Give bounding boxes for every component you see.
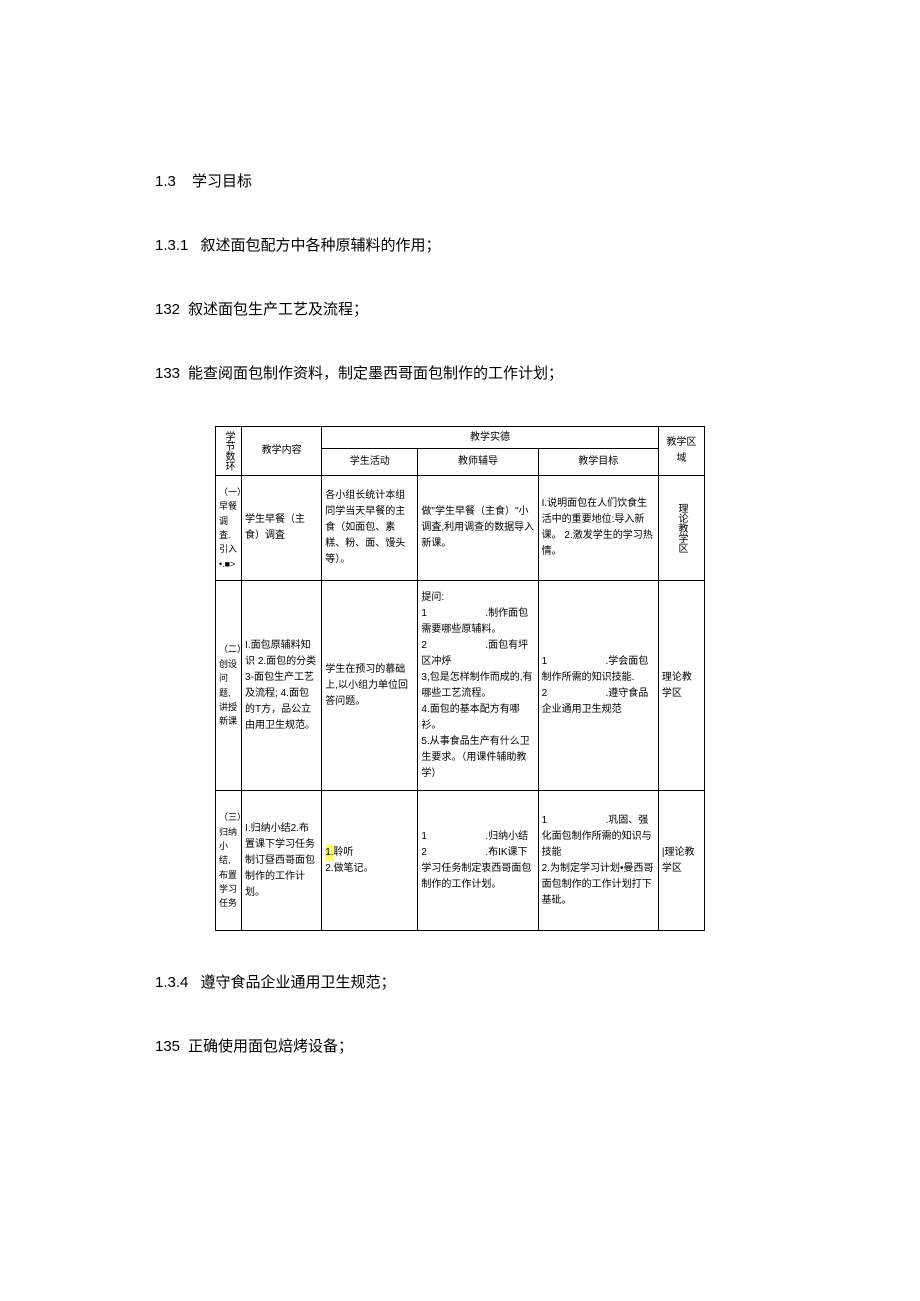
col-header-env: 学节数环: [216, 427, 242, 476]
cell-area: 理论教学区: [658, 581, 704, 791]
teaching-plan-table: 学节数环 教学内容 教学实德 教学区域 学生活动 教师辅导 教学目标 （一）早餐…: [215, 426, 705, 931]
objective-text: 能查阅面包制作资料，制定墨西哥面包制作的工作计划；: [188, 365, 563, 382]
objective-text: 正确使用面包焙烤设备；: [188, 1038, 353, 1055]
cell-content: I.归纳小结2.布置课下学习任务制订昼西哥面包制作的工作计划。: [242, 791, 322, 931]
col-header-student: 学生活动: [322, 449, 418, 476]
objective-item: 135 正确使用面包焙烤设备；: [155, 1035, 765, 1059]
col-header-area: 教学区域: [658, 427, 704, 476]
cell-area: 理论教学区: [658, 476, 704, 581]
cell-area: |理论教学区: [658, 791, 704, 931]
cell-teacher: 1 .归纳小结 2 .布IK课下学习任务制定衷西哥面包制作的工作计划。: [418, 791, 538, 931]
cell-goal: I.说明面包在人们饮食生活中的重要地位:导入新课。 2.激发学生的学习热情。: [538, 476, 658, 581]
cell-student: 学生在预习的慕础上,以小组力单位回答问题。: [322, 581, 418, 791]
objective-item: 1.3.1 叙述面包配方中各种原辅料的作用；: [155, 234, 765, 258]
col-header-goal: 教学目标: [538, 449, 658, 476]
col-header-group: 教学实德: [322, 427, 659, 449]
col-header-teacher: 教师辅导: [418, 449, 538, 476]
table-row: （一）早餐调査.引入 •.■> 学生早餐（主食）调査 各小组长统计本组同学当天早…: [216, 476, 705, 581]
objective-item: 133 能查阅面包制作资料，制定墨西哥面包制作的工作计划；: [155, 362, 765, 386]
objective-number: 1.3.4: [155, 974, 188, 991]
cell-goal: 1 .巩固、强化面包制作所需的知识与技能 2.为制定学习计划•曼西哥面包制作的工…: [538, 791, 658, 931]
cell-env: （三）归纳小结,布置学习任务: [216, 791, 242, 931]
objective-item: 132 叙述面包生产工艺及流程；: [155, 298, 765, 322]
cell-env: （二）创设问题,讲授新课: [216, 581, 242, 791]
cell-content: I.面包原辅料知识 2.面包的分类 3-面包生产工艺及流程; 4.面包的T方，品…: [242, 581, 322, 791]
objective-item: 1.3.4 遵守食品企业通用卫生规范；: [155, 971, 765, 995]
cell-goal: 1 .学会面包制作所需的知识技能. 2 .遵守食品企业通用卫生规范: [538, 581, 658, 791]
cell-teacher: 提问: 1 .制作面包需要哪些原辅料。 2 .面包有坪区冲烀 3,包是怎样制作而…: [418, 581, 538, 791]
table-row: （二）创设问题,讲授新课 I.面包原辅料知识 2.面包的分类 3-面包生产工艺及…: [216, 581, 705, 791]
col-header-content: 教学内容: [242, 427, 322, 476]
cell-content: 学生早餐（主食）调査: [242, 476, 322, 581]
cell-teacher: 做"学生早餐（主食）"小调査,利用调查的数据导入新课。: [418, 476, 538, 581]
section-title: 学习目标: [192, 173, 252, 190]
objective-number: 135: [155, 1038, 180, 1055]
objective-text: 叙述面包配方中各种原辅料的作用；: [201, 237, 441, 254]
highlight-text: 1.: [325, 845, 333, 861]
objective-number: 133: [155, 365, 180, 382]
objective-text: 叙述面包生产工艺及流程；: [188, 301, 368, 318]
objective-text: 遵守食品企业通用卫生规范；: [201, 974, 396, 991]
objective-number: 1.3.1: [155, 237, 188, 254]
table-header-row: 学节数环 教学内容 教学实德 教学区域: [216, 427, 705, 449]
cell-student: 各小组长统计本组同学当天早餐的主食（如面包、素糕、粉、面、馒头等）。: [322, 476, 418, 581]
cell-env: （一）早餐调査.引入 •.■>: [216, 476, 242, 581]
cell-student: 1.聆听 2.做笔记。: [322, 791, 418, 931]
section-number: 1.3: [155, 173, 176, 190]
objective-number: 132: [155, 301, 180, 318]
section-heading: 1.3 学习目标: [155, 170, 765, 194]
table-row: （三）归纳小结,布置学习任务 I.归纳小结2.布置课下学习任务制订昼西哥面包制作…: [216, 791, 705, 931]
